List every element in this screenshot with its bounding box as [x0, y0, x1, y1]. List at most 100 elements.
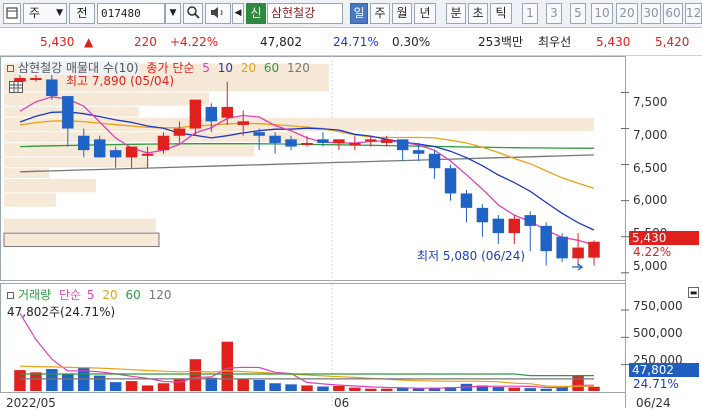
candle-body	[444, 168, 457, 194]
volume-bar	[524, 388, 536, 391]
stock-code-input[interactable]: 017480	[97, 3, 165, 24]
turnover-rate: 0.30%	[392, 35, 431, 49]
interval-20-button[interactable]: 20	[616, 3, 638, 24]
sound-button[interactable]	[205, 3, 231, 24]
interval-10-button[interactable]: 10	[591, 3, 613, 24]
volume-bar	[46, 369, 58, 391]
volume-profile-bar	[4, 179, 96, 193]
candle-body	[141, 153, 154, 156]
market-value: 주	[29, 6, 41, 20]
trade-amount: 253백만	[478, 35, 523, 49]
tab-second[interactable]: 초	[468, 3, 488, 24]
chevron-down-icon: ▼	[169, 8, 177, 18]
volume-profile-bar	[3, 232, 160, 248]
interval-5-button[interactable]: 5	[570, 3, 586, 24]
tab-minute[interactable]: 분	[446, 3, 466, 24]
collapse-button[interactable]: ▬	[688, 287, 699, 298]
volume-ratio: 24.71%	[333, 35, 379, 49]
tab-tick[interactable]: 틱	[490, 3, 512, 24]
vol-ma60-label: 60	[125, 288, 141, 302]
interval-1-button[interactable]: 1	[522, 3, 538, 24]
tab-year[interactable]: 년	[414, 3, 436, 24]
code-dropdown-button[interactable]: ▼	[165, 3, 181, 24]
period-button[interactable]: 전	[69, 3, 95, 24]
tab-month[interactable]: 월	[392, 3, 412, 24]
x-label-june: 06	[334, 396, 350, 410]
volume-bar	[253, 379, 265, 391]
tab-day[interactable]: 일	[350, 3, 368, 24]
volume-bar	[93, 375, 106, 391]
high-annotation: 최고 7,890 (05/04)	[66, 74, 175, 88]
candle-body	[317, 139, 329, 143]
quote-bar: 5,430 ▲ 220 +4.22% 47,802 24.71% 0.30% 2…	[0, 28, 702, 56]
window-icon-glyph	[6, 7, 18, 19]
vol-ma5-line	[19, 312, 595, 389]
current-price: 5,430	[40, 35, 75, 49]
current-volume-pct-marker: 24.71%	[633, 377, 679, 391]
volume-profile-bar	[4, 193, 56, 207]
chart-canvas[interactable]	[0, 56, 702, 412]
volume-bar	[125, 381, 138, 391]
prev-stock-button[interactable]: ◀	[232, 3, 244, 24]
volume-profile-bar	[4, 157, 149, 168]
legend-box-icon	[7, 292, 14, 299]
candle-body	[237, 121, 249, 125]
ma60-label: 60	[263, 61, 280, 75]
candle-body	[173, 128, 186, 136]
volume-bar	[221, 341, 234, 391]
chart-area[interactable]: 삼현철강 매물대 수(10) 종가 단순 5 10 20 60 120 최고 7…	[0, 56, 702, 412]
market-select[interactable]: 주 ▼	[23, 3, 67, 24]
interval-30-button[interactable]: 30	[641, 3, 661, 24]
candle-body	[253, 132, 265, 136]
window-icon[interactable]	[3, 3, 21, 24]
volume-bar	[157, 383, 170, 391]
tab-week[interactable]: 주	[370, 3, 390, 24]
volume-profile-bar	[4, 92, 209, 106]
volume: 47,802	[260, 35, 302, 49]
volume-bar	[30, 372, 42, 391]
interval-120-button[interactable]: 120	[685, 3, 702, 24]
price-ma-label: 종가 단순	[146, 61, 195, 75]
volume-tick-500k: 500,000	[633, 326, 683, 340]
candle-body	[572, 247, 584, 259]
volume-bar	[141, 385, 154, 391]
candle-body	[492, 218, 505, 234]
best-bid-price: 5,420	[655, 35, 690, 49]
current-price-marker: 5,430	[629, 231, 699, 245]
volume-bar	[14, 370, 26, 391]
chevron-left-icon: ◀	[234, 8, 242, 18]
volume-bar	[109, 382, 122, 391]
candle-body	[78, 135, 90, 151]
vol-ma120-label: 120	[148, 288, 172, 302]
price-series-title: 삼현철강 매물대 수(10)	[18, 61, 139, 75]
volume-bar	[301, 385, 313, 391]
price-legend: 삼현철강 매물대 수(10) 종가 단순 5 10 20 60 120	[7, 61, 310, 75]
x-label-start: 2022/05	[6, 396, 56, 410]
volume-bar	[62, 374, 74, 391]
price-tick-6500: 6,500	[633, 161, 668, 175]
volume-bar	[349, 387, 361, 391]
volume-bar	[189, 359, 202, 391]
interval-3-button[interactable]: 3	[546, 3, 562, 24]
price-tick-7500: 7,500	[633, 95, 668, 109]
candle-body	[349, 142, 361, 145]
speaker-icon	[211, 7, 223, 18]
volume-series-title: 거래량	[18, 288, 52, 302]
volume-bar	[492, 387, 505, 391]
candle-body	[125, 146, 138, 158]
vol-ma20-line	[19, 365, 595, 388]
candle-body	[189, 99, 202, 129]
candle-body	[285, 139, 297, 147]
interval-60-button[interactable]: 60	[663, 3, 683, 24]
search-button[interactable]	[183, 3, 203, 24]
volume-bar	[285, 384, 297, 391]
stock-name[interactable]: 삼현철강	[267, 3, 343, 24]
vol-ma20-label: 20	[102, 288, 118, 302]
volume-bar	[508, 387, 521, 391]
ma10-label: 10	[217, 61, 233, 75]
grid-icon[interactable]	[9, 81, 23, 93]
candle-body	[269, 135, 281, 143]
current-volume-marker: 47,802	[629, 363, 699, 377]
up-arrow-icon: ▲	[84, 35, 94, 49]
x-label-end: 06/24	[636, 396, 671, 410]
